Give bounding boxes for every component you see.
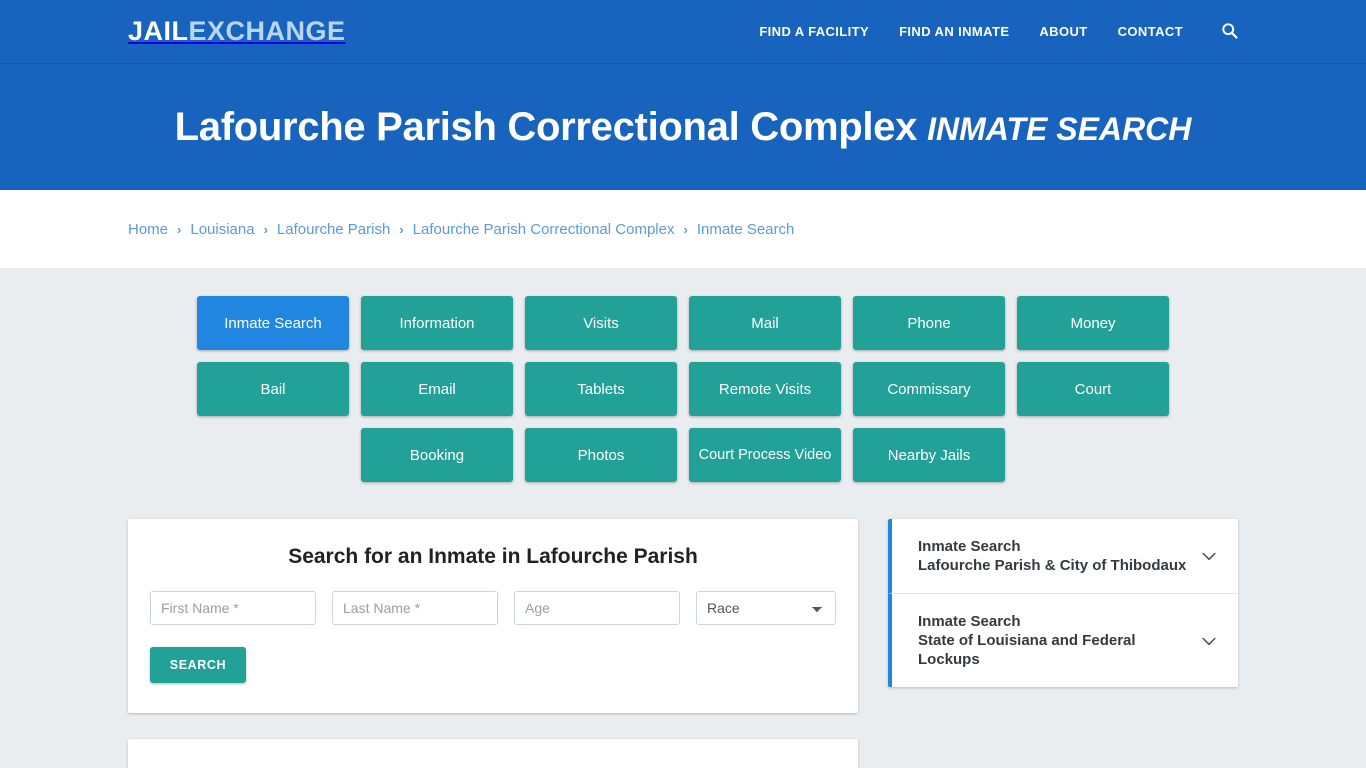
breadcrumb-separator-icon: › xyxy=(263,221,268,237)
left-column: Search for an Inmate in Lafourche Parish… xyxy=(128,519,858,768)
tab-bail[interactable]: Bail xyxy=(197,362,349,416)
tab-nearby-jails[interactable]: Nearby Jails xyxy=(853,428,1005,482)
accordion-item-title: Inmate Search xyxy=(918,613,1021,631)
inmate-search-accordion: Inmate Search Lafourche Parish & City of… xyxy=(888,519,1238,688)
breadcrumb-separator-icon: › xyxy=(683,221,688,237)
tab-court-process-video[interactable]: Court Process Video xyxy=(689,428,841,482)
facility-section-tabs: Inmate Search Information Visits Mail Ph… xyxy=(138,296,1228,482)
breadcrumb: Home › Louisiana › Lafourche Parish › La… xyxy=(128,221,794,238)
tab-money[interactable]: Money xyxy=(1017,296,1169,350)
inmate-search-card: Search for an Inmate in Lafourche Parish… xyxy=(128,519,858,713)
first-name-input[interactable] xyxy=(150,591,316,625)
tab-phone[interactable]: Phone xyxy=(853,296,1005,350)
breadcrumb-item-current: Inmate Search xyxy=(696,220,795,238)
breadcrumb-item-louisiana[interactable]: Louisiana xyxy=(190,221,254,238)
breadcrumb-separator-icon: › xyxy=(399,221,404,237)
breadcrumb-separator-icon: › xyxy=(177,221,182,237)
accordion-item-state-federal[interactable]: Inmate Search State of Louisiana and Fed… xyxy=(888,594,1238,688)
accordion-item-subtitle: Lafourche Parish & City of Thibodaux xyxy=(918,557,1187,575)
breadcrumb-item-lafourche-parish[interactable]: Lafourche Parish xyxy=(277,221,390,238)
chevron-down-icon xyxy=(1198,630,1220,652)
logo-text-primary: JAIL xyxy=(128,16,189,46)
accordion-item-lafourche-parish[interactable]: Inmate Search Lafourche Parish & City of… xyxy=(888,519,1238,595)
accordion-item-text: Inmate Search State of Louisiana and Fed… xyxy=(918,612,1188,669)
site-logo[interactable]: JAILEXCHANGE xyxy=(128,18,346,45)
search-button[interactable]: SEARCH xyxy=(150,647,246,683)
tab-information[interactable]: Information xyxy=(361,296,513,350)
breadcrumb-item-facility[interactable]: Lafourche Parish Correctional Complex xyxy=(413,221,675,238)
page-title: Lafourche Parish Correctional Complex xyxy=(174,104,918,149)
tab-photos[interactable]: Photos xyxy=(525,428,677,482)
tab-booking[interactable]: Booking xyxy=(361,428,513,482)
tab-email[interactable]: Email xyxy=(361,362,513,416)
right-column: Inmate Search Lafourche Parish & City of… xyxy=(888,519,1238,688)
accordion-item-text: Inmate Search Lafourche Parish & City of… xyxy=(918,537,1188,575)
chevron-down-icon xyxy=(1198,545,1220,567)
nav-link-contact[interactable]: CONTACT xyxy=(1118,24,1183,39)
tab-inmate-search[interactable]: Inmate Search xyxy=(197,296,349,350)
breadcrumb-band: Home › Louisiana › Lafourche Parish › La… xyxy=(0,190,1366,268)
tab-visits[interactable]: Visits xyxy=(525,296,677,350)
main-content: Inmate Search Information Visits Mail Ph… xyxy=(0,268,1366,768)
breadcrumb-item-home[interactable]: Home xyxy=(128,221,168,238)
tab-court[interactable]: Court xyxy=(1017,362,1169,416)
nav-link-find-an-inmate[interactable]: FIND AN INMATE xyxy=(899,24,1009,39)
primary-nav-links: FIND A FACILITY FIND AN INMATE ABOUT CON… xyxy=(759,22,1238,42)
last-name-input[interactable] xyxy=(332,591,498,625)
tab-mail[interactable]: Mail xyxy=(689,296,841,350)
tab-remote-visits[interactable]: Remote Visits xyxy=(689,362,841,416)
accordion-item-subtitle: State of Louisiana and Federal Lockups xyxy=(918,632,1136,669)
content-columns: Search for an Inmate in Lafourche Parish… xyxy=(128,519,1238,768)
hero-banner: Lafourche Parish Correctional Complex INM… xyxy=(0,64,1366,190)
page-subtitle: INMATE SEARCH xyxy=(927,110,1192,147)
search-icon xyxy=(1221,22,1238,42)
logo-text-secondary: EXCHANGE xyxy=(188,16,346,46)
accordion-item-title: Inmate Search xyxy=(918,538,1021,555)
search-card-heading: Search for an Inmate in Lafourche Parish xyxy=(288,545,698,568)
tab-tablets[interactable]: Tablets xyxy=(525,362,677,416)
secondary-content-card xyxy=(128,739,858,768)
nav-link-find-a-facility[interactable]: FIND A FACILITY xyxy=(759,24,869,39)
search-form-row: Race xyxy=(148,591,838,625)
nav-search-button[interactable] xyxy=(1221,22,1238,42)
tab-commissary[interactable]: Commissary xyxy=(853,362,1005,416)
age-input[interactable] xyxy=(514,591,680,625)
nav-link-about[interactable]: ABOUT xyxy=(1039,24,1087,39)
top-navigation-bar: JAILEXCHANGE FIND A FACILITY FIND AN INM… xyxy=(0,0,1366,64)
race-select[interactable]: Race xyxy=(696,591,836,625)
